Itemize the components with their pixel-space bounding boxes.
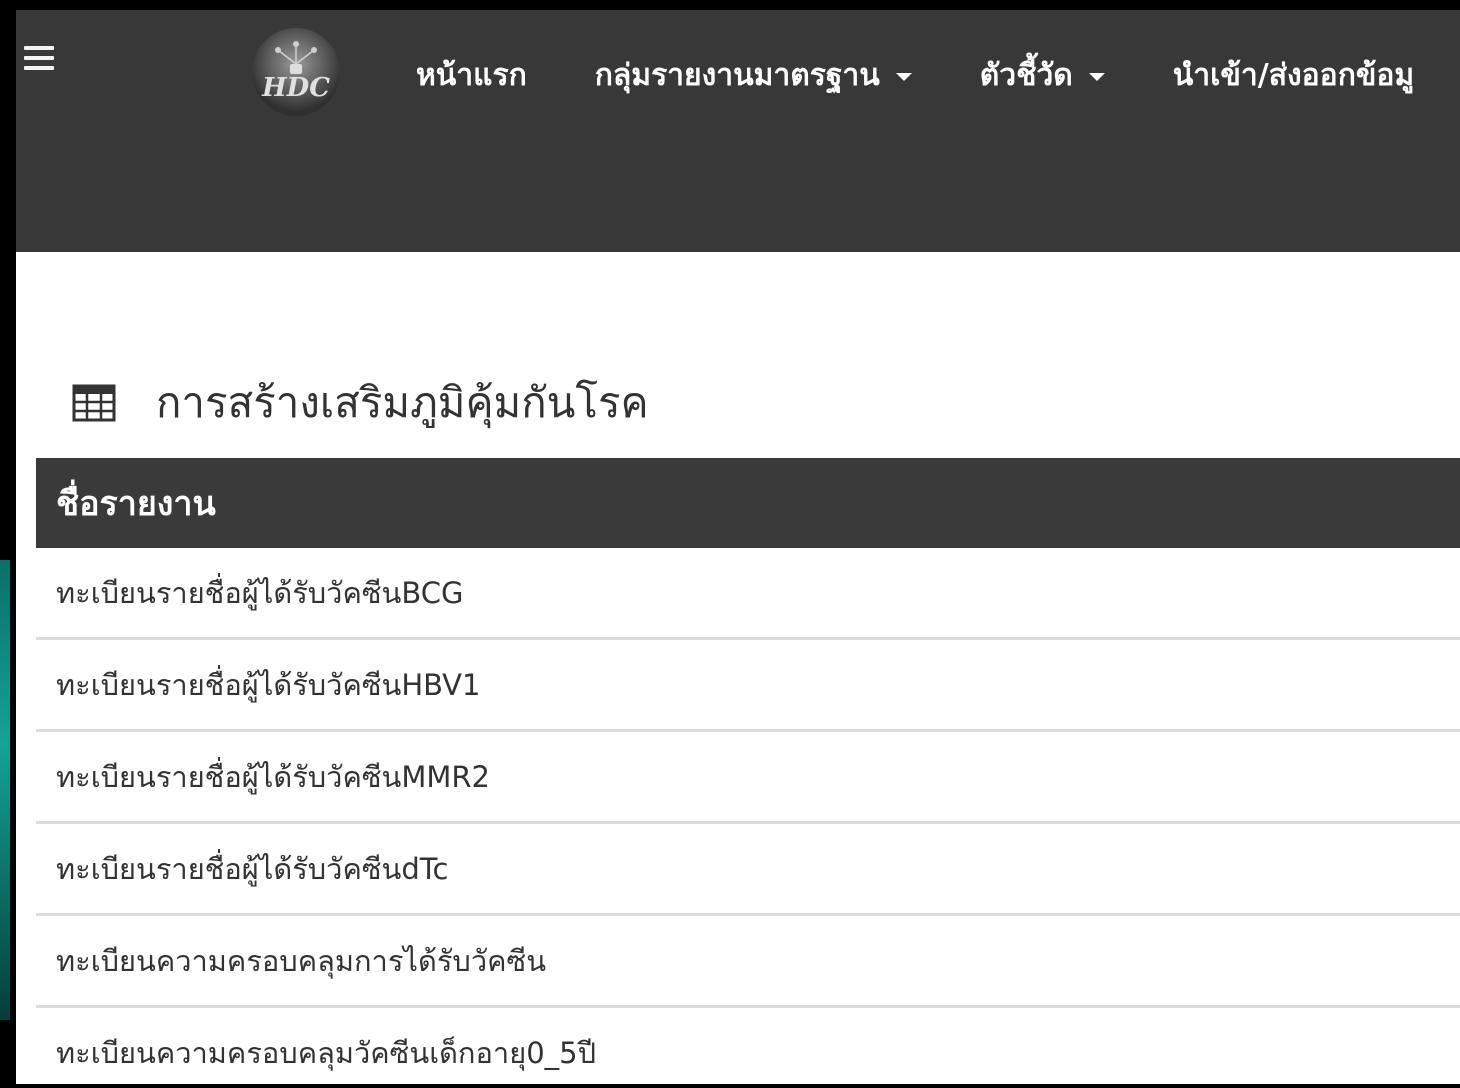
nav-item-indicators[interactable]: ตัวชี้วัด xyxy=(980,52,1105,99)
top-navbar: HDC หน้าแรก กลุ่มรายงานมาตรฐาน ตัวชี้วัด… xyxy=(16,10,1460,252)
nav-menu: หน้าแรก กลุ่มรายงานมาตรฐาน ตัวชี้วัด นำเ… xyxy=(416,50,1460,100)
report-link[interactable]: ทะเบียนรายชื่อผู้ได้รับวัคซีนMMR2 xyxy=(56,754,490,800)
table-row[interactable]: ทะเบียนรายชื่อผู้ได้รับวัคซีนBCG xyxy=(36,548,1460,640)
report-link[interactable]: ทะเบียนรายชื่อผู้ได้รับวัคซีนdTc xyxy=(56,846,449,892)
report-link[interactable]: ทะเบียนความครอบคลุมวัคซีนเด็กอายุ0_5ปี xyxy=(56,1030,596,1076)
table-row[interactable]: ทะเบียนความครอบคลุมการได้รับวัคซีน xyxy=(36,916,1460,1008)
svg-text:HDC: HDC xyxy=(261,73,330,103)
table-header: ชื่อรายงาน xyxy=(36,458,1460,548)
page-title: การสร้างเสริมภูมิคุ้มกันโรค xyxy=(156,378,649,427)
report-link[interactable]: ทะเบียนรายชื่อผู้ได้รับวัคซีนHBV1 xyxy=(56,662,480,708)
report-table: ชื่อรายงาน ทะเบียนรายชื่อผู้ได้รับวัคซีน… xyxy=(36,458,1460,1084)
table-row[interactable]: ทะเบียนรายชื่อผู้ได้รับวัคซีนdTc xyxy=(36,824,1460,916)
page-heading: การสร้างเสริมภูมิคุ้มกันโรค xyxy=(72,370,649,436)
caret-down-icon xyxy=(1088,73,1105,81)
browser-page: HDC หน้าแรก กลุ่มรายงานมาตรฐาน ตัวชี้วัด… xyxy=(16,10,1460,1084)
hdc-logo[interactable]: HDC xyxy=(248,24,344,120)
table-row[interactable]: ทะเบียนความครอบคลุมวัคซีนเด็กอายุ0_5ปี xyxy=(36,1008,1460,1084)
report-link[interactable]: ทะเบียนรายชื่อผู้ได้รับวัคซีนBCG xyxy=(56,570,463,616)
column-header-report-name: ชื่อรายงาน xyxy=(56,484,216,524)
hamburger-menu-icon[interactable] xyxy=(24,46,54,70)
nav-item-import-export[interactable]: นำเข้า/ส่งออกข้อมู xyxy=(1173,52,1414,99)
table-icon xyxy=(72,384,116,422)
table-row[interactable]: ทะเบียนรายชื่อผู้ได้รับวัคซีนHBV1 xyxy=(36,640,1460,732)
report-link[interactable]: ทะเบียนความครอบคลุมการได้รับวัคซีน xyxy=(56,938,546,984)
table-row[interactable]: ทะเบียนรายชื่อผู้ได้รับวัคซีนMMR2 xyxy=(36,732,1460,824)
desktop-background xyxy=(0,560,10,1020)
nav-item-standard-reports[interactable]: กลุ่มรายงานมาตรฐาน xyxy=(595,52,912,99)
nav-item-home[interactable]: หน้าแรก xyxy=(416,52,527,99)
caret-down-icon xyxy=(895,73,912,81)
